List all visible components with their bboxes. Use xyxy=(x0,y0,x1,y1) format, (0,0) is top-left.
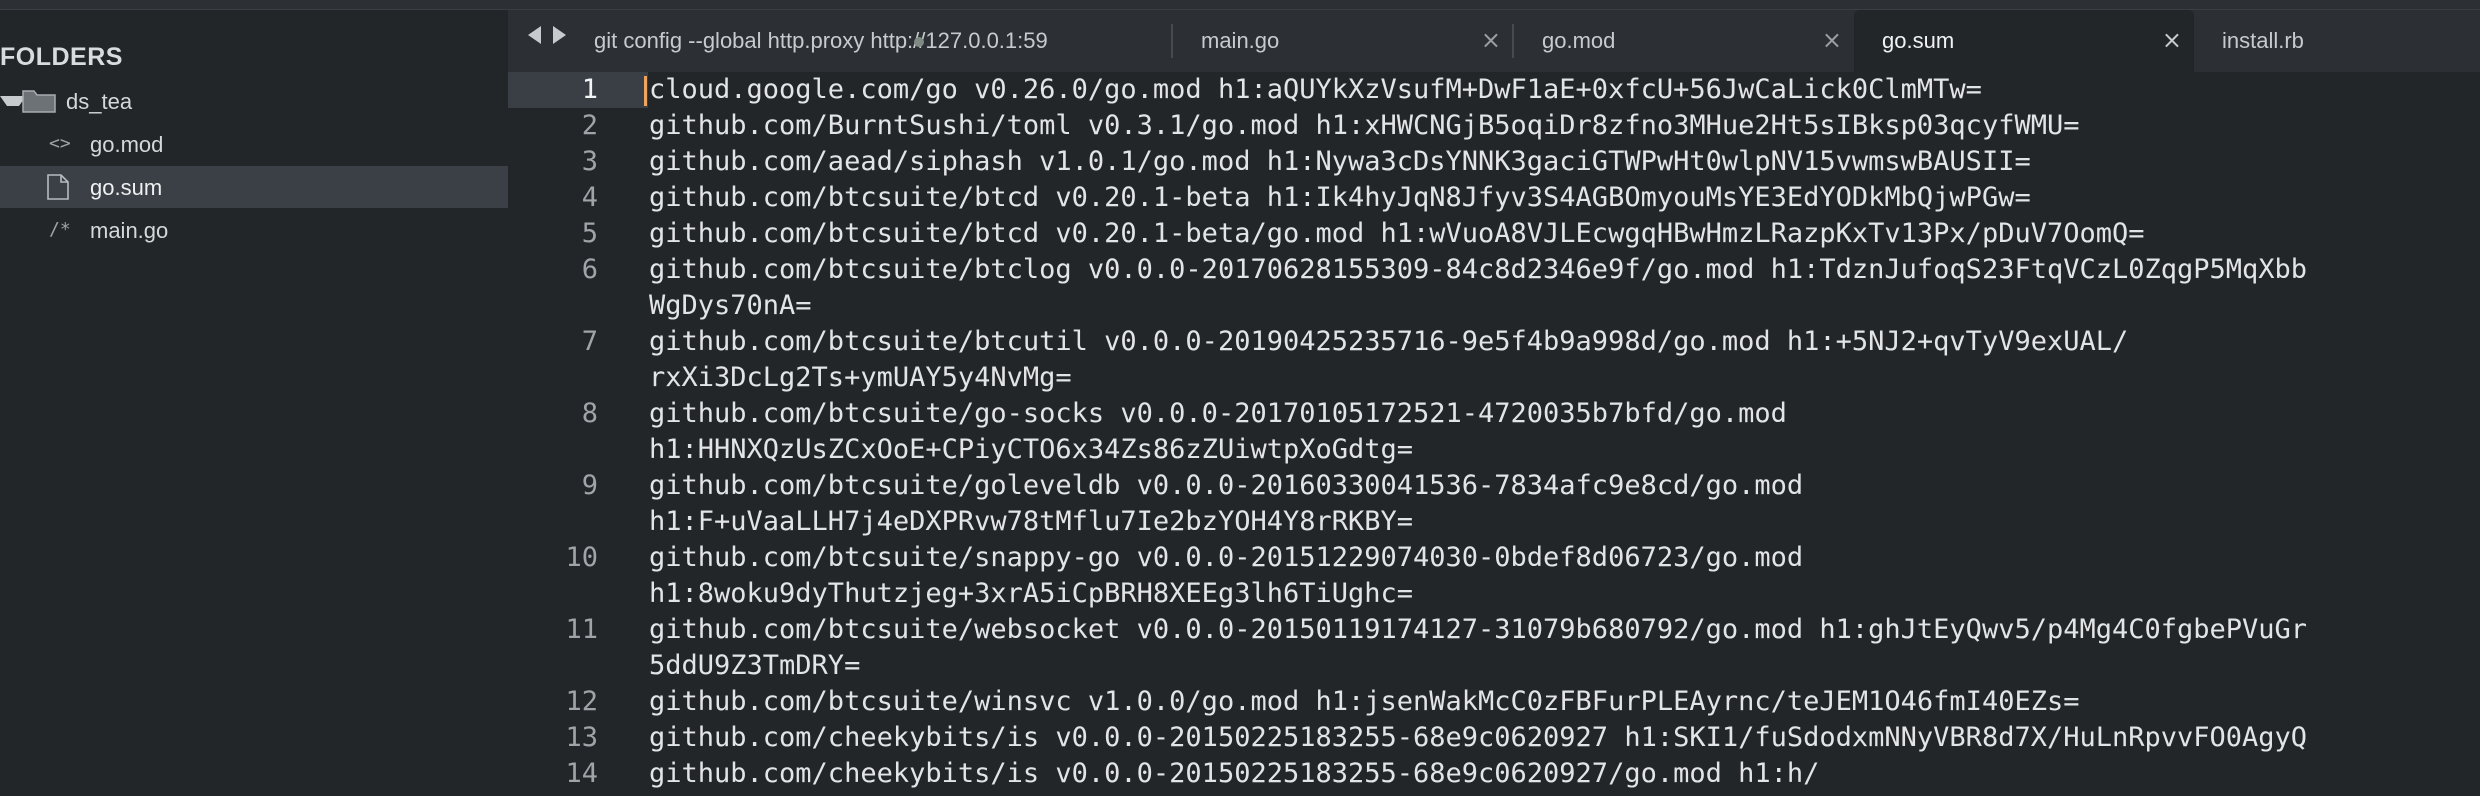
title-strip xyxy=(0,0,2480,10)
line-number: 13 xyxy=(565,722,598,753)
sidebar: FOLDERS ds_tea <> go.mod go.sum /* main.… xyxy=(0,10,508,796)
folder-ds-tea[interactable]: ds_tea xyxy=(0,80,508,122)
line-number: 8 xyxy=(581,398,598,429)
line-number: 9 xyxy=(581,470,598,501)
line-number: 14 xyxy=(565,758,598,789)
code-line[interactable]: github.com/btcsuite/websocket v0.0.0-201… xyxy=(649,612,2307,648)
line-number: 5 xyxy=(581,218,598,249)
tab-label: git config --global http.proxy http://12… xyxy=(594,28,1048,53)
code-line[interactable]: h1:8woku9dyThutzjeg+3xrA5iCpBRH8XEEg3lh6… xyxy=(649,576,1413,612)
tab-install-rb[interactable]: install.rb xyxy=(2194,10,2480,72)
line-number: 11 xyxy=(565,614,598,645)
close-icon[interactable]: × xyxy=(1822,26,1842,54)
line-number: 12 xyxy=(565,686,598,717)
tab-navigation xyxy=(528,26,566,44)
tab-label: install.rb xyxy=(2222,28,2304,53)
code-line[interactable]: cloud.google.com/go v0.26.0/go.mod h1:aQ… xyxy=(649,72,1982,108)
folder-icon xyxy=(22,88,56,119)
line-number: 7 xyxy=(581,326,598,357)
code-line[interactable]: h1:F+uVaaLLH7j4eDXPRvw78tMflu7Ie2bzYOH4Y… xyxy=(649,504,1413,540)
sidebar-item-label: go.mod xyxy=(90,132,164,157)
folder-label: ds_tea xyxy=(66,89,133,114)
tab-label: go.mod xyxy=(1542,28,1616,53)
code-line[interactable]: github.com/btcsuite/btcd v0.20.1-beta h1… xyxy=(649,180,2031,216)
code-line[interactable]: WgDys70nA= xyxy=(649,288,812,324)
sidebar-item-go-sum[interactable]: go.sum xyxy=(0,166,508,208)
tab-go-mod[interactable]: go.mod × xyxy=(1514,10,1854,72)
code-line[interactable]: h1:HHNXQzUsZCxOoE+CPiyCTO6x34Zs86zZUiwtp… xyxy=(649,432,1413,468)
code-line[interactable]: github.com/BurntSushi/toml v0.3.1/go.mod… xyxy=(649,108,2079,144)
comment-file-icon: /* xyxy=(49,219,71,240)
sidebar-header: FOLDERS xyxy=(0,43,123,71)
code-line[interactable]: github.com/btcsuite/btclog v0.0.0-201706… xyxy=(649,252,2307,288)
line-number: 1 xyxy=(581,74,598,105)
sidebar-item-go-mod[interactable]: <> go.mod xyxy=(0,123,508,165)
sidebar-item-label: main.go xyxy=(90,218,169,243)
code-file-icon: <> xyxy=(49,133,71,154)
code-line[interactable]: github.com/btcsuite/btcd v0.20.1-beta/go… xyxy=(649,216,2145,252)
code-line[interactable]: github.com/btcsuite/go-socks v0.0.0-2017… xyxy=(649,396,1787,432)
tab-git-config[interactable]: git config --global http.proxy http://12… xyxy=(588,10,1048,72)
line-number: 10 xyxy=(565,542,598,573)
code-line[interactable]: github.com/aead/siphash v1.0.1/go.mod h1… xyxy=(649,144,2031,180)
tab-label: go.sum xyxy=(1882,28,1955,53)
sidebar-item-label: go.sum xyxy=(90,175,163,200)
modified-dot-icon[interactable] xyxy=(914,37,924,47)
tab-label: main.go xyxy=(1201,28,1280,53)
code-line[interactable]: github.com/cheekybits/is v0.0.0-20150225… xyxy=(649,720,2307,756)
line-number: 2 xyxy=(581,110,598,141)
previous-tab-icon[interactable] xyxy=(528,26,541,44)
tab-go-sum[interactable]: go.sum × xyxy=(1854,10,2194,72)
code-line[interactable]: github.com/cheekybits/is v0.0.0-20150225… xyxy=(649,756,1819,792)
next-tab-icon[interactable] xyxy=(553,26,566,44)
code-editor[interactable]: 1 cloud.google.com/go v0.26.0/go.mod h1:a… xyxy=(508,72,2480,796)
code-line[interactable]: rxXi3DcLg2Ts+ymUAY5y4NvMg= xyxy=(649,360,1072,396)
line-number: 6 xyxy=(581,254,598,285)
close-icon[interactable]: × xyxy=(2162,26,2182,54)
sidebar-item-main-go[interactable]: /* main.go xyxy=(0,209,508,251)
editor-window: FOLDERS ds_tea <> go.mod go.sum /* main.… xyxy=(0,0,2480,796)
text-caret xyxy=(644,76,647,106)
document-file-icon xyxy=(46,174,70,205)
code-line[interactable]: github.com/btcsuite/snappy-go v0.0.0-201… xyxy=(649,540,1803,576)
tab-bar: git config --global http.proxy http://12… xyxy=(508,10,2480,72)
code-line[interactable]: github.com/btcsuite/goleveldb v0.0.0-201… xyxy=(649,468,1803,504)
line-number: 3 xyxy=(581,146,598,177)
close-icon[interactable]: × xyxy=(1481,26,1501,54)
tab-main-go[interactable]: main.go × xyxy=(1173,10,1513,72)
code-line[interactable]: github.com/btcsuite/btcutil v0.0.0-20190… xyxy=(649,324,2128,360)
line-number: 4 xyxy=(581,182,598,213)
code-line[interactable]: 5ddU9Z3TmDRY= xyxy=(649,648,860,684)
code-line[interactable]: github.com/btcsuite/winsvc v1.0.0/go.mod… xyxy=(649,684,2079,720)
